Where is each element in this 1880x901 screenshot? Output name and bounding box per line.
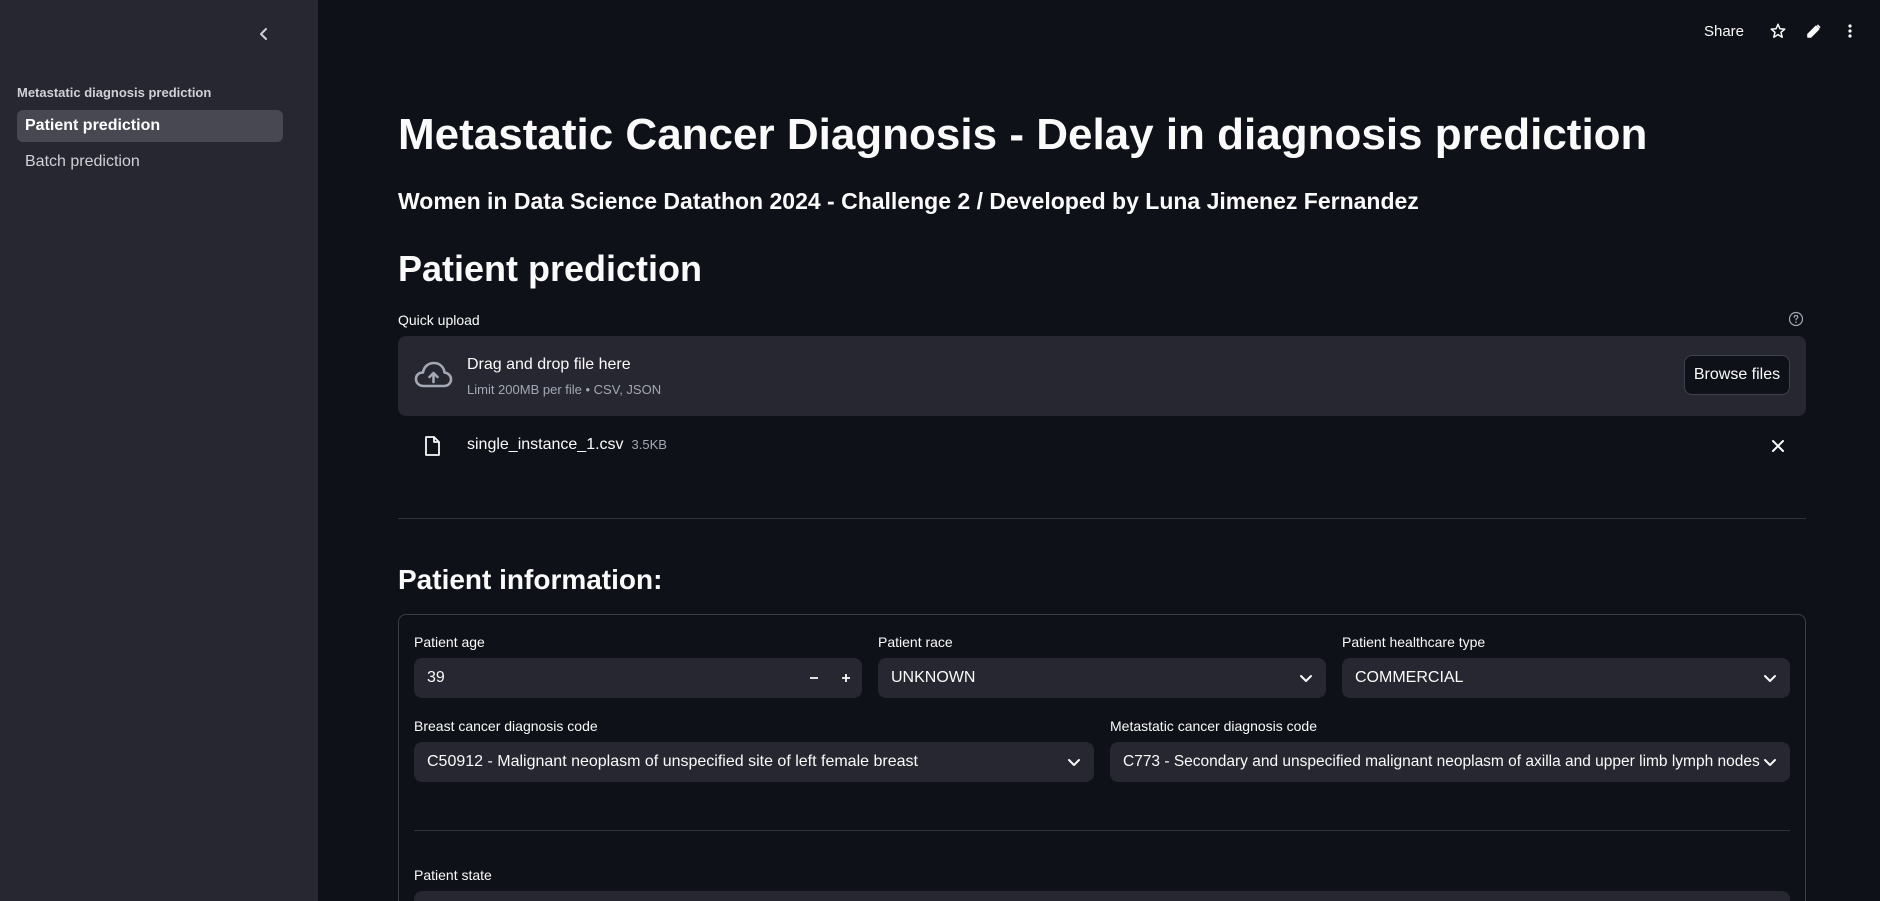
edit-button[interactable] [1796, 13, 1832, 49]
patient-healthcare-select[interactable]: COMMERCIAL [1342, 658, 1790, 698]
meta-code-label: Metastatic cancer diagnosis code [1110, 718, 1317, 734]
patient-age-label: Patient age [414, 634, 485, 650]
minus-icon [810, 677, 818, 679]
file-name-text: single_instance_1.csv [467, 436, 624, 453]
chevron-down-icon [1300, 675, 1312, 682]
patient-state-label: Patient state [414, 867, 492, 883]
browse-files-button[interactable]: Browse files [1684, 355, 1790, 395]
chevron-down-icon [1764, 759, 1776, 766]
page-subtitle: Women in Data Science Datathon 2024 - Ch… [398, 188, 1419, 214]
sidebar: Metastatic diagnosis prediction Patient … [0, 0, 318, 901]
chevron-down-icon [1068, 759, 1080, 766]
breast-code-label: Breast cancer diagnosis code [414, 718, 598, 734]
uploaded-file-row: single_instance_1.csv 3.5KB [398, 428, 1806, 464]
close-icon[interactable] [1768, 436, 1788, 456]
patient-healthcare-value: COMMERCIAL [1355, 669, 1464, 686]
breast-code-select[interactable]: C50912 - Malignant neoplasm of unspecifi… [414, 742, 1094, 782]
meta-code-value: C773 - Secondary and unspecified maligna… [1123, 753, 1760, 770]
more-vertical-icon [1848, 24, 1852, 38]
collapse-sidebar-button[interactable] [252, 22, 276, 46]
file-dropzone[interactable]: Drag and drop file here Limit 200MB per … [398, 336, 1806, 416]
patient-race-label: Patient race [878, 634, 953, 650]
decrement-button[interactable] [802, 666, 826, 690]
patient-age-value: 39 [427, 669, 445, 686]
sidebar-item-patient-prediction[interactable]: Patient prediction [17, 110, 283, 142]
patient-age-input[interactable]: 39 [414, 658, 862, 698]
patient-form: Patient age 39 Patient race UNKNOWN Pati… [398, 614, 1806, 901]
patient-info-title: Patient information: [398, 564, 663, 595]
sidebar-section-title: Metastatic diagnosis prediction [17, 85, 212, 100]
page-title: Metastatic Cancer Diagnosis - Delay in d… [398, 110, 1648, 159]
patient-race-value: UNKNOWN [891, 669, 976, 686]
pencil-icon [1807, 24, 1821, 38]
file-icon [425, 436, 440, 456]
share-button[interactable]: Share [1704, 23, 1744, 40]
top-toolbar: Share [1704, 0, 1880, 62]
dropzone-limit: Limit 200MB per file • CSV, JSON [467, 382, 662, 397]
sidebar-item-label: Patient prediction [25, 117, 161, 134]
meta-code-select[interactable]: C773 - Secondary and unspecified maligna… [1110, 742, 1790, 782]
patient-state-select[interactable] [414, 891, 1790, 901]
dropzone-title: Drag and drop file here [467, 356, 631, 373]
uploaded-file-name: single_instance_1.csv 3.5KB [467, 436, 667, 454]
star-button[interactable] [1760, 13, 1796, 49]
section-title: Patient prediction [398, 248, 703, 289]
chevron-down-icon [1764, 675, 1776, 682]
sidebar-item-batch-prediction[interactable]: Batch prediction [17, 146, 283, 178]
patient-race-select[interactable]: UNKNOWN [878, 658, 1326, 698]
help-icon[interactable] [1788, 311, 1804, 327]
sidebar-item-label: Batch prediction [25, 153, 140, 170]
plus-icon [842, 674, 850, 682]
main-menu-button[interactable] [1832, 13, 1868, 49]
patient-healthcare-label: Patient healthcare type [1342, 634, 1486, 650]
breast-code-value: C50912 - Malignant neoplasm of unspecifi… [427, 753, 918, 770]
file-size: 3.5KB [631, 437, 667, 452]
form-divider [414, 830, 1790, 831]
chevron-left-icon [260, 28, 267, 40]
upload-label: Quick upload [398, 312, 480, 328]
cloud-upload-icon [414, 361, 453, 388]
star-icon [1770, 23, 1786, 38]
increment-button[interactable] [834, 666, 858, 690]
divider [398, 518, 1806, 519]
